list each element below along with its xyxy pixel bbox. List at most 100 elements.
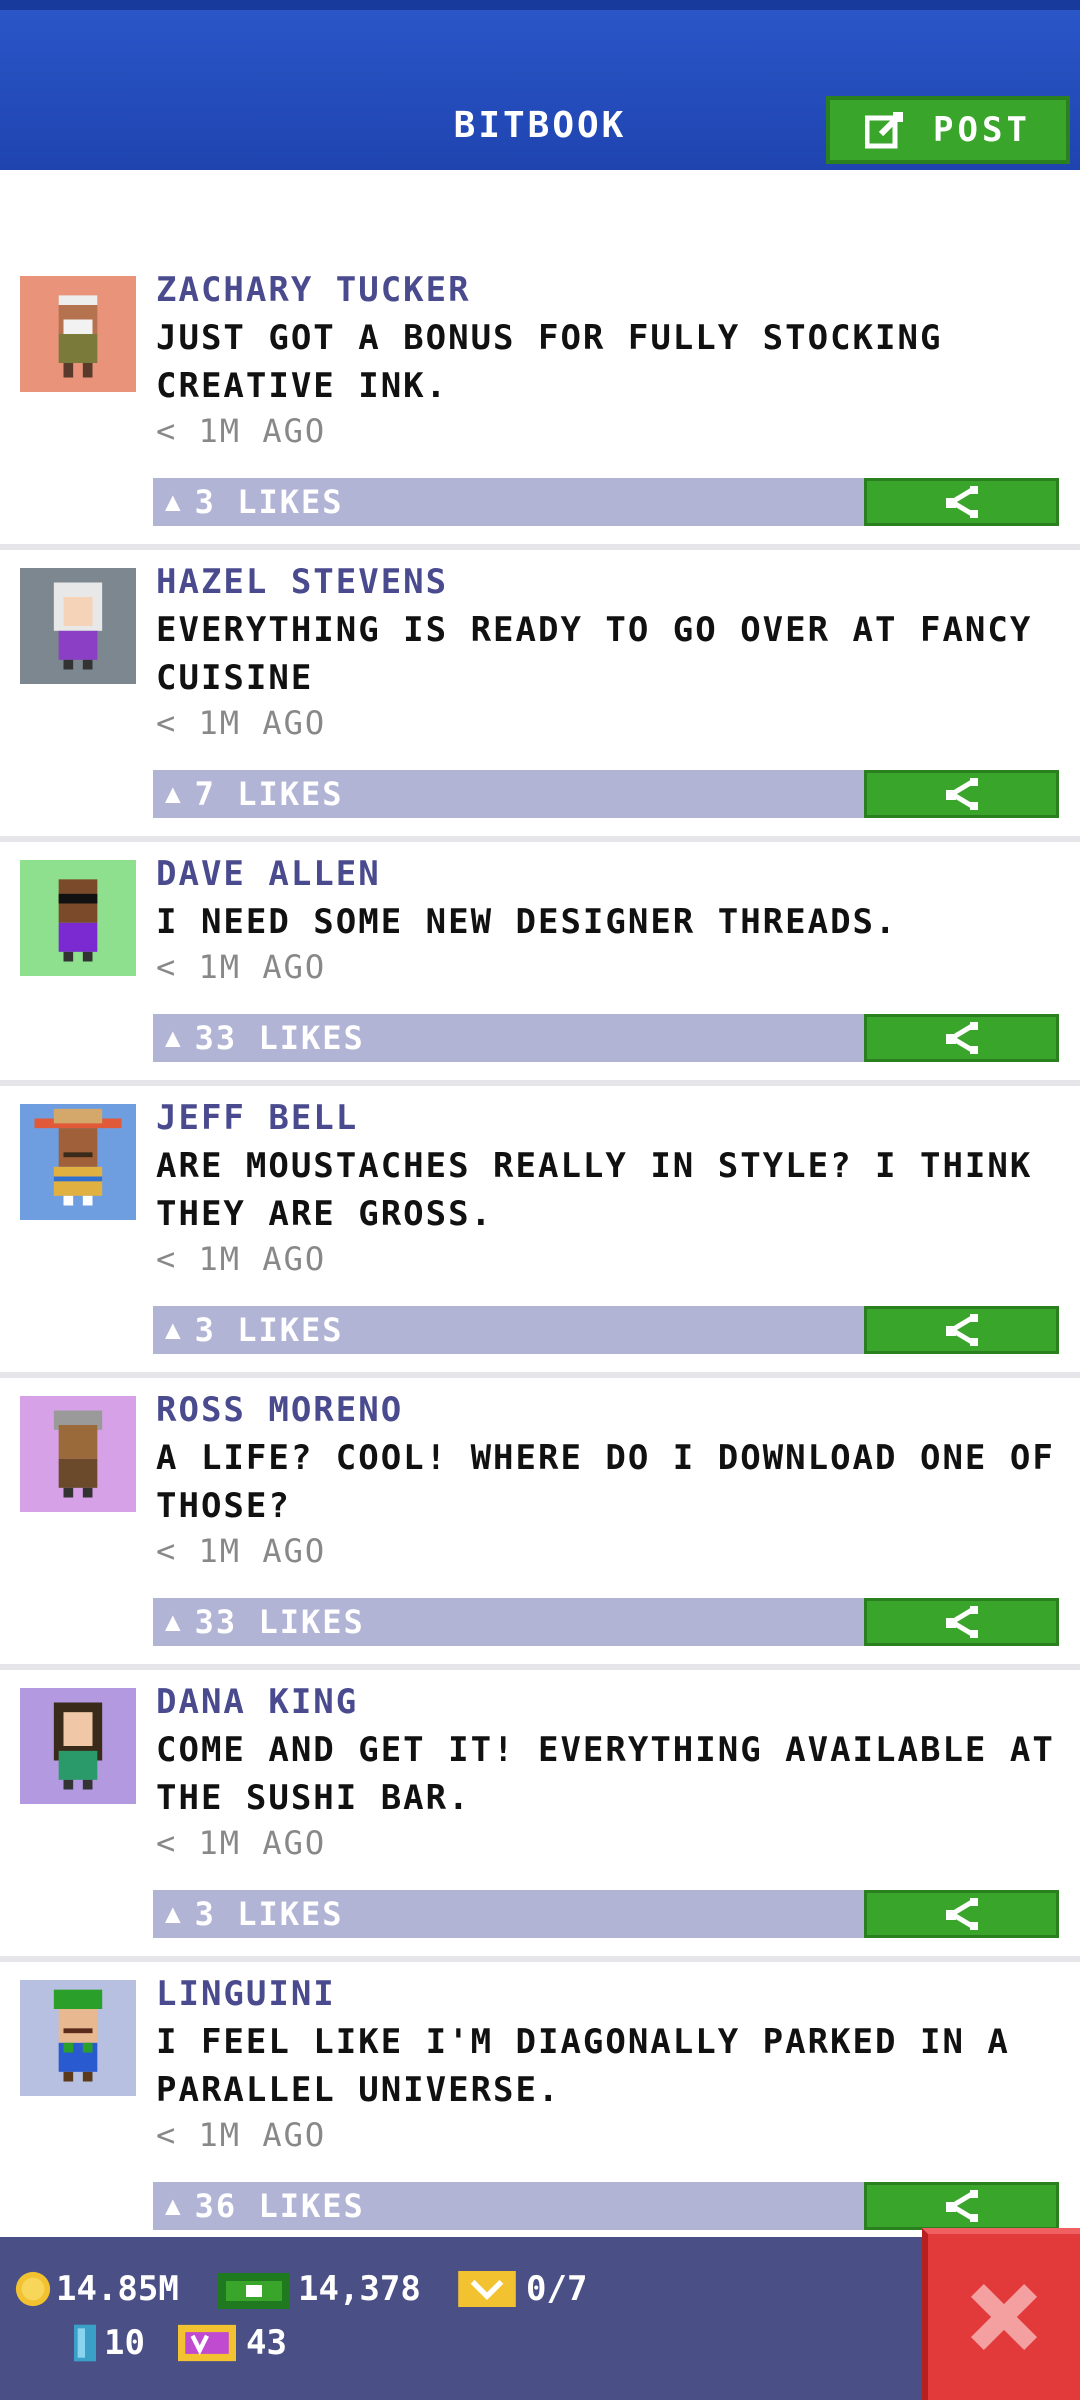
key-icon <box>74 2324 96 2362</box>
post-author[interactable]: JEFF BELL <box>156 1098 358 1138</box>
likes-count: 36 LIKES <box>194 2187 365 2225</box>
post-time: < 1M AGO <box>156 2116 327 2154</box>
post-author[interactable]: ZACHARY TUCKER <box>156 270 471 310</box>
post-button[interactable]: POST <box>826 96 1070 164</box>
likes-count: 3 LIKES <box>194 1895 344 1933</box>
avatar-icon <box>58 879 98 962</box>
share-icon <box>945 1022 978 1054</box>
share-button[interactable] <box>864 770 1059 818</box>
avatar-icon <box>53 1989 103 2082</box>
like-button[interactable]: ▲ 3 LIKES <box>153 1306 865 1354</box>
post-message: A LIFE? COOL! WHERE DO I DOWNLOAD ONE OF… <box>156 1438 1055 1526</box>
post-item: HAZEL STEVENS EVERYTHING IS READY TO GO … <box>0 554 1080 844</box>
divider <box>0 1956 1080 1962</box>
post-time: < 1M AGO <box>156 1240 327 1278</box>
keys-value: 10 <box>104 2323 145 2363</box>
thumbs-up-icon: ▲ <box>165 1899 183 1929</box>
share-icon <box>945 1898 978 1930</box>
thumbs-up-icon: ▲ <box>165 779 183 809</box>
post-item: DANA KING COME AND GET IT! EVERYTHING AV… <box>0 1674 1080 1964</box>
compose-icon <box>865 112 904 149</box>
like-button[interactable]: ▲ 3 LIKES <box>153 1890 865 1938</box>
keys-stat: 10 <box>74 2323 145 2363</box>
vip-icon <box>178 2324 236 2362</box>
share-icon <box>945 1606 978 1638</box>
tickets-stat: 0/7 <box>458 2269 587 2309</box>
post-time: < 1M AGO <box>156 948 327 986</box>
post-item: JEFF BELL ARE MOUSTACHES REALLY IN STYLE… <box>0 1090 1080 1380</box>
post-item: DAVE ALLEN I NEED SOME NEW DESIGNER THRE… <box>0 846 1080 1086</box>
avatar[interactable] <box>20 276 136 392</box>
post-author[interactable]: DANA KING <box>156 1682 358 1722</box>
likes-count: 3 LIKES <box>194 1311 344 1349</box>
post-message: COME AND GET IT! EVERYTHING AVAILABLE AT… <box>156 1730 1055 1818</box>
likes-count: 33 LIKES <box>194 1019 365 1057</box>
post-time: < 1M AGO <box>156 704 327 742</box>
post-message: ARE MOUSTACHES REALLY IN STYLE? I THINK … <box>156 1146 1033 1234</box>
divider <box>0 1080 1080 1086</box>
close-button[interactable] <box>922 2228 1080 2400</box>
ticket-icon <box>458 2271 516 2307</box>
post-author[interactable]: LINGUINI <box>156 1974 336 2014</box>
coins-value: 14.85M <box>56 2269 179 2309</box>
avatar-icon <box>53 1410 103 1498</box>
likes-count: 7 LIKES <box>194 775 344 813</box>
app-header: BITBOOK POST <box>0 0 1080 170</box>
bux-value: 14,378 <box>298 2269 421 2309</box>
post-message: JUST GOT A BONUS FOR FULLY STOCKING CREA… <box>156 318 943 406</box>
share-icon <box>945 2190 978 2222</box>
share-button[interactable] <box>864 2182 1059 2230</box>
likes-count: 33 LIKES <box>194 1603 365 1641</box>
avatar[interactable] <box>20 1688 136 1804</box>
share-icon <box>945 1314 978 1346</box>
like-button[interactable]: ▲ 3 LIKES <box>153 478 865 526</box>
share-button[interactable] <box>864 1306 1059 1354</box>
like-button[interactable]: ▲ 33 LIKES <box>153 1014 865 1062</box>
post-button-label: POST <box>933 110 1031 150</box>
like-button[interactable]: ▲ 33 LIKES <box>153 1598 865 1646</box>
thumbs-up-icon: ▲ <box>165 487 183 517</box>
share-button[interactable] <box>864 478 1059 526</box>
share-button[interactable] <box>864 1014 1059 1062</box>
divider <box>0 1664 1080 1670</box>
share-button[interactable] <box>864 1598 1059 1646</box>
avatar-icon <box>53 1702 103 1790</box>
status-bar: 14.85M 14,378 0/7 10 43 <box>0 2237 1080 2400</box>
bux-icon <box>218 2273 290 2309</box>
post-message: I NEED SOME NEW DESIGNER THREADS. <box>156 902 898 942</box>
thumbs-up-icon: ▲ <box>165 1315 183 1345</box>
avatar-icon <box>53 582 103 670</box>
coins-stat: 14.85M <box>14 2269 179 2309</box>
likes-count: 3 LIKES <box>194 483 344 521</box>
post-item: LINGUINI I FEEL LIKE I'M DIAGONALLY PARK… <box>0 1966 1080 2256</box>
coin-icon <box>15 2271 51 2307</box>
thumbs-up-icon: ▲ <box>165 2191 183 2221</box>
divider <box>0 1372 1080 1378</box>
avatar[interactable] <box>20 1396 136 1512</box>
thumbs-up-icon: ▲ <box>165 1023 183 1053</box>
post-author[interactable]: HAZEL STEVENS <box>156 562 448 602</box>
post-time: < 1M AGO <box>156 412 327 450</box>
post-author[interactable]: DAVE ALLEN <box>156 854 381 894</box>
post-item: ZACHARY TUCKER JUST GOT A BONUS FOR FULL… <box>0 262 1080 552</box>
post-author[interactable]: ROSS MORENO <box>156 1390 403 1430</box>
avatar-icon <box>34 1108 122 1206</box>
post-message: I FEEL LIKE I'M DIAGONALLY PARKED IN A P… <box>156 2022 1010 2110</box>
vip-stat: 43 <box>178 2323 287 2363</box>
like-button[interactable]: ▲ 7 LIKES <box>153 770 865 818</box>
avatar[interactable] <box>20 568 136 684</box>
like-button[interactable]: ▲ 36 LIKES <box>153 2182 865 2230</box>
divider <box>0 544 1080 550</box>
avatar[interactable] <box>20 860 136 976</box>
share-icon <box>945 778 978 810</box>
post-item: ROSS MORENO A LIFE? COOL! WHERE DO I DOW… <box>0 1382 1080 1672</box>
share-icon <box>945 486 978 518</box>
avatar[interactable] <box>20 1980 136 2096</box>
avatar-icon <box>58 295 98 378</box>
post-message: EVERYTHING IS READY TO GO OVER AT FANCY … <box>156 610 1033 698</box>
share-button[interactable] <box>864 1890 1059 1938</box>
bux-stat: 14,378 <box>218 2269 421 2309</box>
divider <box>0 836 1080 842</box>
post-time: < 1M AGO <box>156 1532 327 1570</box>
avatar[interactable] <box>20 1104 136 1220</box>
